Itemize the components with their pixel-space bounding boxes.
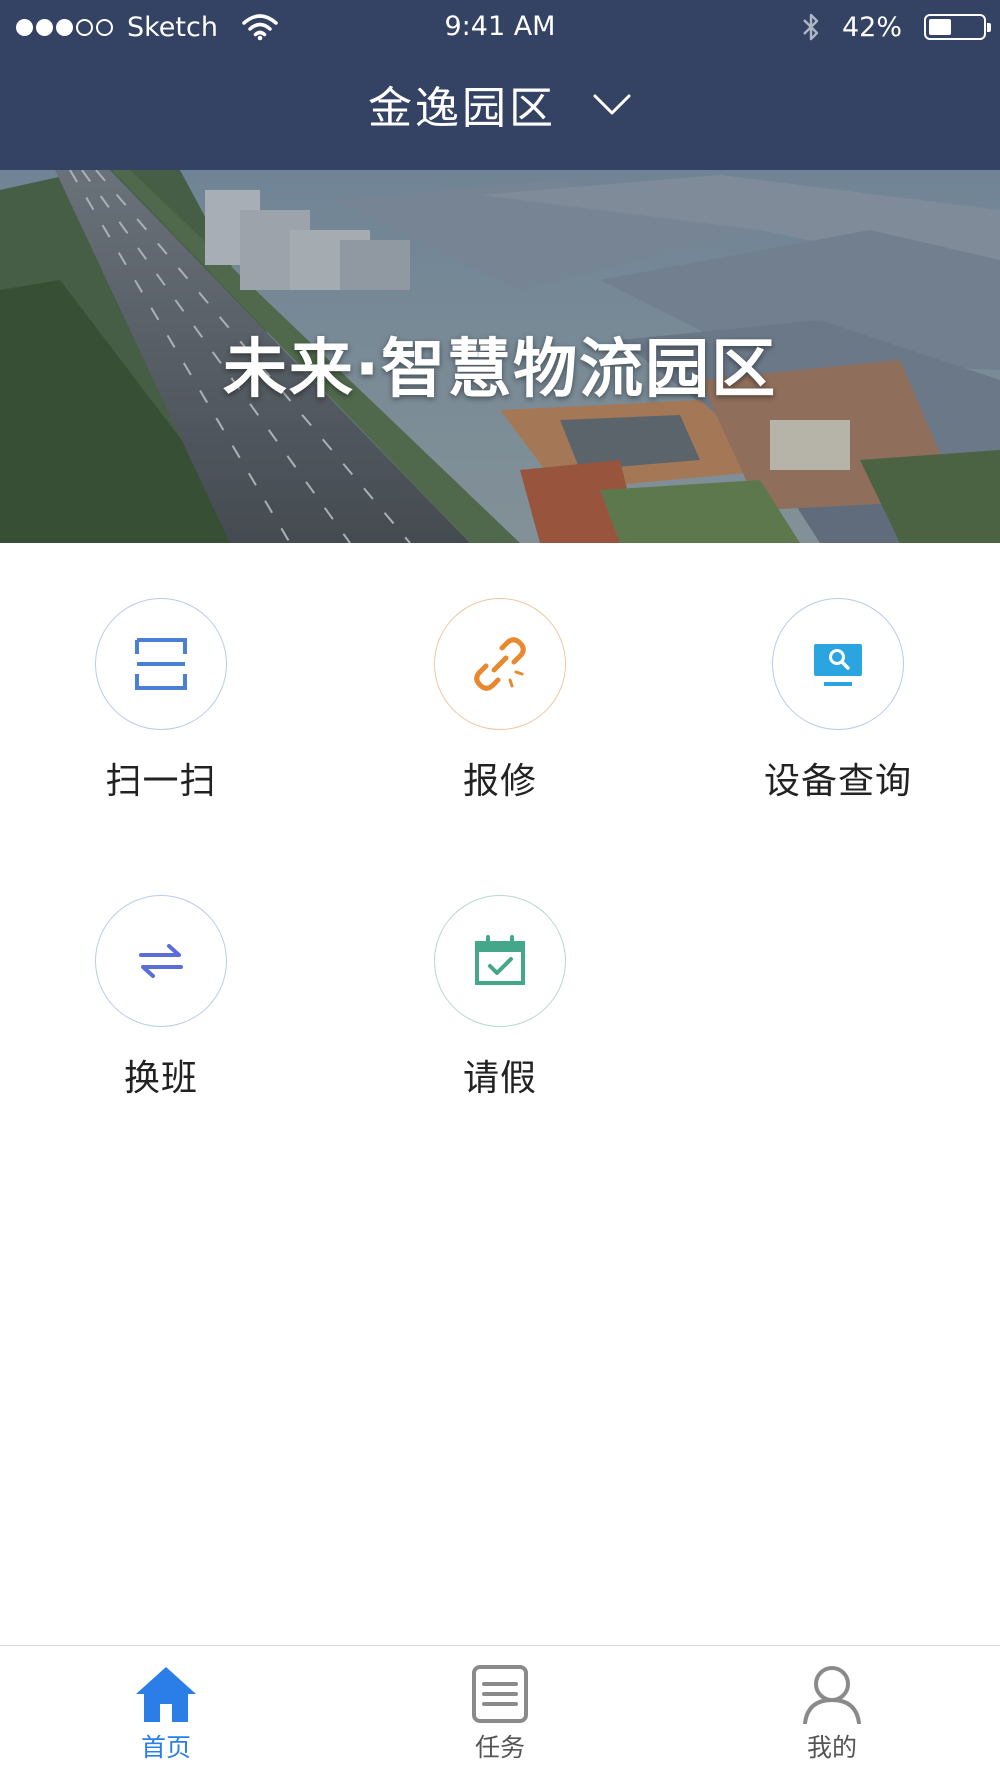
battery-cap — [987, 23, 991, 32]
calendar-check-icon — [475, 935, 525, 985]
swap-icon — [139, 944, 183, 978]
shift-swap-button[interactable]: 换班 — [41, 895, 281, 1101]
battery-icon — [924, 14, 991, 40]
battery-fill — [929, 19, 951, 35]
banner-title: 未来·智慧物流园区 — [222, 333, 778, 407]
status-right: 42% — [800, 10, 991, 44]
monitor-search-icon — [814, 644, 862, 686]
device-query-circle[interactable] — [772, 598, 904, 730]
user-icon — [803, 1666, 861, 1725]
park-selector[interactable]: 金逸园区 — [0, 72, 1000, 136]
chevron-down-icon[interactable] — [592, 92, 632, 118]
shift-swap-label: 换班 — [123, 1058, 198, 1099]
repair-circle[interactable] — [434, 598, 566, 730]
banner[interactable]: 未来·智慧物流园区 — [0, 170, 1000, 543]
leave-button[interactable]: 请假 — [380, 895, 620, 1101]
scan-icon — [135, 638, 187, 690]
shift-swap-circle[interactable] — [95, 895, 227, 1027]
tab-home[interactable]: 首页 — [66, 1646, 266, 1778]
bluetooth-icon — [803, 13, 819, 41]
scan-button[interactable]: 扫一扫 — [41, 598, 281, 804]
park-title[interactable]: 金逸园区 — [368, 72, 556, 136]
scan-circle[interactable] — [95, 598, 227, 730]
device-query-button[interactable]: 设备查询 — [718, 598, 958, 804]
tab-tasks-label: 任务 — [474, 1733, 525, 1762]
status-bar: Sketch 9:41 AM 42% — [0, 0, 1000, 54]
broken-link-icon — [474, 637, 526, 691]
home-icon — [136, 1667, 196, 1722]
app-screen: Sketch 9:41 AM 42% 金逸园区 未来·智慧物流园区 扫一扫 报修… — [0, 0, 1000, 1778]
battery-percent: 42% — [841, 11, 902, 43]
header: Sketch 9:41 AM 42% 金逸园区 — [0, 0, 1000, 170]
scan-label: 扫一扫 — [105, 761, 217, 802]
device-query-label: 设备查询 — [763, 761, 912, 802]
repair-label: 报修 — [462, 761, 537, 802]
leave-label: 请假 — [462, 1058, 537, 1099]
task-list-icon — [472, 1665, 528, 1723]
leave-circle[interactable] — [434, 895, 566, 1027]
tab-mine[interactable]: 我的 — [732, 1646, 932, 1778]
tab-home-label: 首页 — [140, 1733, 191, 1762]
tab-bar: 首页 任务 我的 — [0, 1645, 1000, 1778]
repair-button[interactable]: 报修 — [380, 598, 620, 804]
tab-tasks[interactable]: 任务 — [400, 1646, 600, 1778]
tab-mine-label: 我的 — [806, 1733, 857, 1762]
